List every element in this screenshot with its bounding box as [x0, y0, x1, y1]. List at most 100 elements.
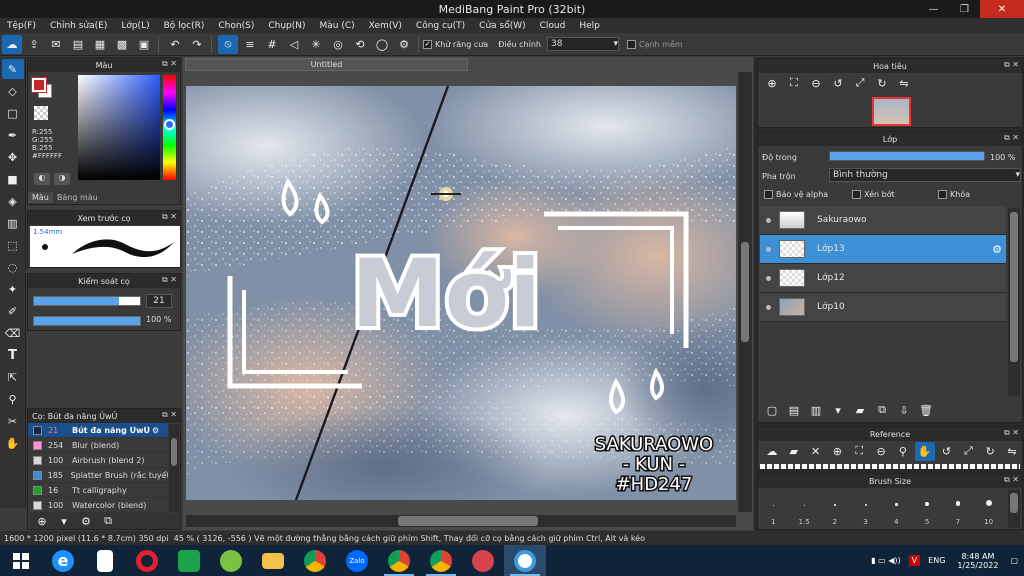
reset-view-icon[interactable]: ⤢	[850, 74, 870, 93]
delete-layer-icon[interactable]: 🗑	[916, 401, 936, 420]
menu-filter[interactable]: Bộ lọc(R)	[157, 21, 212, 31]
reference-open-icon[interactable]: ▰	[784, 442, 804, 461]
parallel-snap-icon[interactable]: ≡	[240, 35, 260, 54]
snap-settings-icon[interactable]: ⚙	[394, 35, 414, 54]
adjust-select[interactable]: 38 ▾	[546, 37, 619, 51]
panel-float-close-icon[interactable]: ⧉ ✕	[1004, 428, 1019, 438]
reference-reset-icon[interactable]: ⤢	[958, 442, 978, 461]
protect-alpha-checkbox[interactable]	[764, 190, 773, 199]
new-layer-icon[interactable]: ▢	[762, 401, 782, 420]
brush-list-item[interactable]: 21 Bút đa năng ỦwỦ ⚙	[28, 423, 168, 438]
panel-float-close-icon[interactable]: ⧉ ✕	[1004, 475, 1019, 485]
notification-icon[interactable]: ▢	[1010, 556, 1018, 565]
rotate-left-icon[interactable]: ↺	[828, 74, 848, 93]
rect-tool-icon[interactable]: □	[2, 103, 24, 123]
brush-list-item[interactable]: 100 Airbrush (blend 2)	[28, 453, 168, 468]
menu-window[interactable]: Cửa sổ(W)	[472, 21, 532, 31]
taskbar-zalo[interactable]: Zalo	[336, 545, 378, 576]
brush-size-cell[interactable]: 7	[943, 489, 974, 529]
rotate-right-icon[interactable]: ↻	[872, 74, 892, 93]
reference-rotate-right-icon[interactable]: ↻	[980, 442, 1000, 461]
palette-mode-icon[interactable]: ◐	[34, 173, 50, 185]
layer-row[interactable]: Sakuraowo	[760, 206, 1006, 235]
canvas-vertical-scrollbar[interactable]	[738, 72, 752, 512]
cloud-icon[interactable]: ☁	[2, 34, 22, 54]
layer-opacity-slider[interactable]	[829, 151, 985, 161]
brush-size-cell[interactable]: 4	[881, 489, 912, 529]
eye-icon[interactable]	[766, 217, 771, 223]
reference-zoom-in-icon[interactable]: ⊕	[827, 442, 847, 461]
antialias-checkbox[interactable]: ✓	[423, 39, 432, 49]
undo-icon[interactable]: ↶	[165, 35, 185, 54]
menu-color[interactable]: Màu (C)	[313, 21, 362, 31]
menu-file[interactable]: Tệp(F)	[0, 21, 43, 31]
panel-float-close-icon[interactable]: ⧉ ✕	[1004, 60, 1019, 70]
menu-tools[interactable]: Công cụ(T)	[409, 21, 472, 31]
taskbar-chrome-profile-2[interactable]	[420, 545, 462, 576]
taskbar-ie[interactable]: e	[42, 545, 84, 576]
brush-size-cell[interactable]: 10	[973, 489, 1004, 529]
divide-tool-icon[interactable]: ✂	[2, 411, 24, 431]
new-folder-icon[interactable]: ▰	[850, 401, 870, 420]
taskbar-chrome-profile-1[interactable]	[378, 545, 420, 576]
reference-rotate-left-icon[interactable]: ↺	[937, 442, 957, 461]
transparent-swatch[interactable]	[34, 106, 48, 120]
panel-float-close-icon[interactable]: ⧉ ✕	[162, 59, 177, 69]
navigator-thumbnail[interactable]	[872, 97, 911, 126]
panel-float-close-icon[interactable]: ⧉ ✕	[162, 212, 177, 222]
ellipse-snap-icon[interactable]: ◯	[372, 35, 392, 54]
brush-tool-icon[interactable]: ✎	[1, 59, 24, 79]
canvas[interactable]: Mới SAKURAOWO - KUN - #HD247	[186, 86, 736, 500]
saturation-value-picker[interactable]	[78, 75, 160, 180]
eyedropper-icon[interactable]: ⚲	[2, 389, 24, 409]
soft-edge-toggle[interactable]: Cạnh mềm	[626, 39, 683, 49]
menu-layer[interactable]: Lớp(L)	[114, 21, 156, 31]
taskbar-opera[interactable]	[126, 545, 168, 576]
blend-mode-select[interactable]: Bình thường ▾	[829, 168, 1021, 182]
brush-settings-icon[interactable]: ⚙	[76, 512, 96, 531]
layer-menu-icon[interactable]: ▾	[828, 401, 848, 420]
wheel-mode-icon[interactable]: ◑	[54, 173, 70, 185]
reference-flip-icon[interactable]: ⇋	[1002, 442, 1022, 461]
move-tool-icon[interactable]: ✥	[2, 147, 24, 167]
antialias-toggle[interactable]: ✓ Khử răng cưa	[423, 39, 488, 49]
taskbar-store[interactable]	[168, 545, 210, 576]
bucket-tool-icon[interactable]: ◈	[2, 191, 24, 211]
cross-snap-icon[interactable]: #	[262, 35, 282, 54]
menu-view[interactable]: Xem(V)	[362, 21, 409, 31]
brush-size-cell[interactable]: 5	[912, 489, 943, 529]
brush-list-scrollbar[interactable]	[169, 424, 179, 512]
curve-snap-icon[interactable]: ⟲	[350, 35, 370, 54]
operation-tool-icon[interactable]: ⇱	[2, 367, 24, 387]
restore-button[interactable]: ❐	[949, 0, 980, 18]
clock[interactable]: 8:48 AM 1/25/2022	[957, 552, 998, 570]
circle-snap-icon[interactable]: ◎	[328, 35, 348, 54]
share-icon[interactable]: ⇪	[24, 35, 44, 54]
menu-edit[interactable]: Chỉnh sửa(E)	[43, 21, 114, 31]
minimize-button[interactable]: —	[918, 0, 949, 18]
soft-edge-checkbox[interactable]	[626, 39, 636, 49]
layout-icon[interactable]: ▣	[134, 35, 154, 54]
start-button[interactable]	[0, 545, 42, 576]
new-8bit-layer-icon[interactable]: ▥	[806, 401, 826, 420]
flip-icon[interactable]: ⇋	[894, 74, 914, 93]
layer-row[interactable]: Lớp13 ⚙	[760, 235, 1006, 264]
merge-down-icon[interactable]: ⇩	[894, 401, 914, 420]
gear-icon[interactable]: ⚙	[152, 426, 159, 435]
taskbar-chrome[interactable]	[294, 545, 336, 576]
gear-icon[interactable]: ⚙	[992, 243, 1002, 256]
brush-list-item[interactable]: 254 Blur (blend)	[28, 438, 168, 453]
unikey-icon[interactable]: V	[908, 555, 921, 566]
add-brush-icon[interactable]: ⊕	[32, 512, 52, 531]
language-indicator[interactable]: ENG	[928, 556, 945, 565]
reference-fit-icon[interactable]: ⛶	[849, 442, 869, 461]
canvas-horizontal-scrollbar[interactable]	[186, 515, 736, 527]
copy-brush-icon[interactable]: ⧉	[98, 512, 118, 531]
panel-float-close-icon[interactable]: ⧉ ✕	[162, 275, 177, 285]
select-pen-icon[interactable]: ✐	[2, 301, 24, 321]
pen-tool-icon[interactable]: ✒	[2, 125, 24, 145]
brush-list-item[interactable]: 16 Tt calligraphy	[28, 483, 168, 498]
reference-close-icon[interactable]: ✕	[806, 442, 826, 461]
tab-palette[interactable]: Bảng màu	[53, 192, 102, 203]
brush-size-cell[interactable]: 1.5	[789, 489, 820, 529]
